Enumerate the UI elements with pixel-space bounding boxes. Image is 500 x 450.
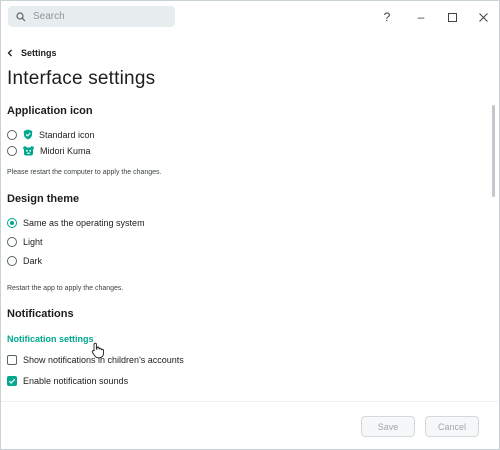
search-box[interactable] xyxy=(8,6,175,27)
radio-button[interactable] xyxy=(7,129,17,140)
footer: Save Cancel xyxy=(1,401,499,449)
notifications-heading: Notifications xyxy=(7,308,74,320)
settings-window: ? – Settings Interface settings Applicat… xyxy=(0,0,500,450)
chevron-left-icon xyxy=(7,49,12,57)
close-button[interactable] xyxy=(473,7,493,27)
radio-midori-kuma[interactable]: Midori Kuma xyxy=(7,146,91,156)
help-button[interactable]: ? xyxy=(377,7,397,27)
hand-cursor-icon xyxy=(91,342,104,359)
design-theme-heading: Design theme xyxy=(7,193,80,205)
checkbox[interactable] xyxy=(7,376,17,386)
page-title: Interface settings xyxy=(7,68,156,89)
back-navigation[interactable]: Settings xyxy=(7,48,57,58)
bear-icon xyxy=(23,146,34,156)
checkmark-icon xyxy=(8,378,16,384)
option-label: Same as the operating system xyxy=(23,218,145,228)
checkbox-notification-sounds[interactable]: Enable notification sounds xyxy=(7,376,128,386)
shield-icon xyxy=(23,129,33,140)
search-input[interactable] xyxy=(33,11,163,22)
maximize-icon xyxy=(447,12,457,22)
restart-computer-note: Please restart the computer to apply the… xyxy=(7,169,162,176)
radio-button[interactable] xyxy=(7,146,17,156)
close-icon xyxy=(478,12,488,22)
radio-theme-os[interactable]: Same as the operating system xyxy=(7,218,145,228)
notification-settings-link[interactable]: Notification settings xyxy=(7,334,94,344)
search-icon xyxy=(16,11,26,21)
option-label: Dark xyxy=(23,256,43,266)
radio-theme-dark[interactable]: Dark xyxy=(7,256,42,266)
radio-button[interactable] xyxy=(7,218,17,228)
maximize-button[interactable] xyxy=(442,7,462,27)
minimize-button[interactable]: – xyxy=(411,7,431,27)
application-icon-heading: Application icon xyxy=(7,105,93,117)
title-bar: ? – xyxy=(1,1,499,33)
radio-button[interactable] xyxy=(7,256,17,266)
checkbox[interactable] xyxy=(7,355,17,365)
save-button[interactable]: Save xyxy=(361,416,415,437)
radio-standard-icon[interactable]: Standard icon xyxy=(7,129,95,140)
back-label: Settings xyxy=(21,48,57,58)
option-label: Light xyxy=(23,237,43,247)
cancel-button[interactable]: Cancel xyxy=(425,416,479,437)
option-label: Enable notification sounds xyxy=(23,376,129,386)
option-label: Midori Kuma xyxy=(40,146,91,156)
option-label: Standard icon xyxy=(39,129,95,140)
scrollbar[interactable] xyxy=(492,105,495,197)
radio-theme-light[interactable]: Light xyxy=(7,237,43,247)
restart-app-note: Restart the app to apply the changes. xyxy=(7,285,124,292)
radio-button[interactable] xyxy=(7,237,17,247)
